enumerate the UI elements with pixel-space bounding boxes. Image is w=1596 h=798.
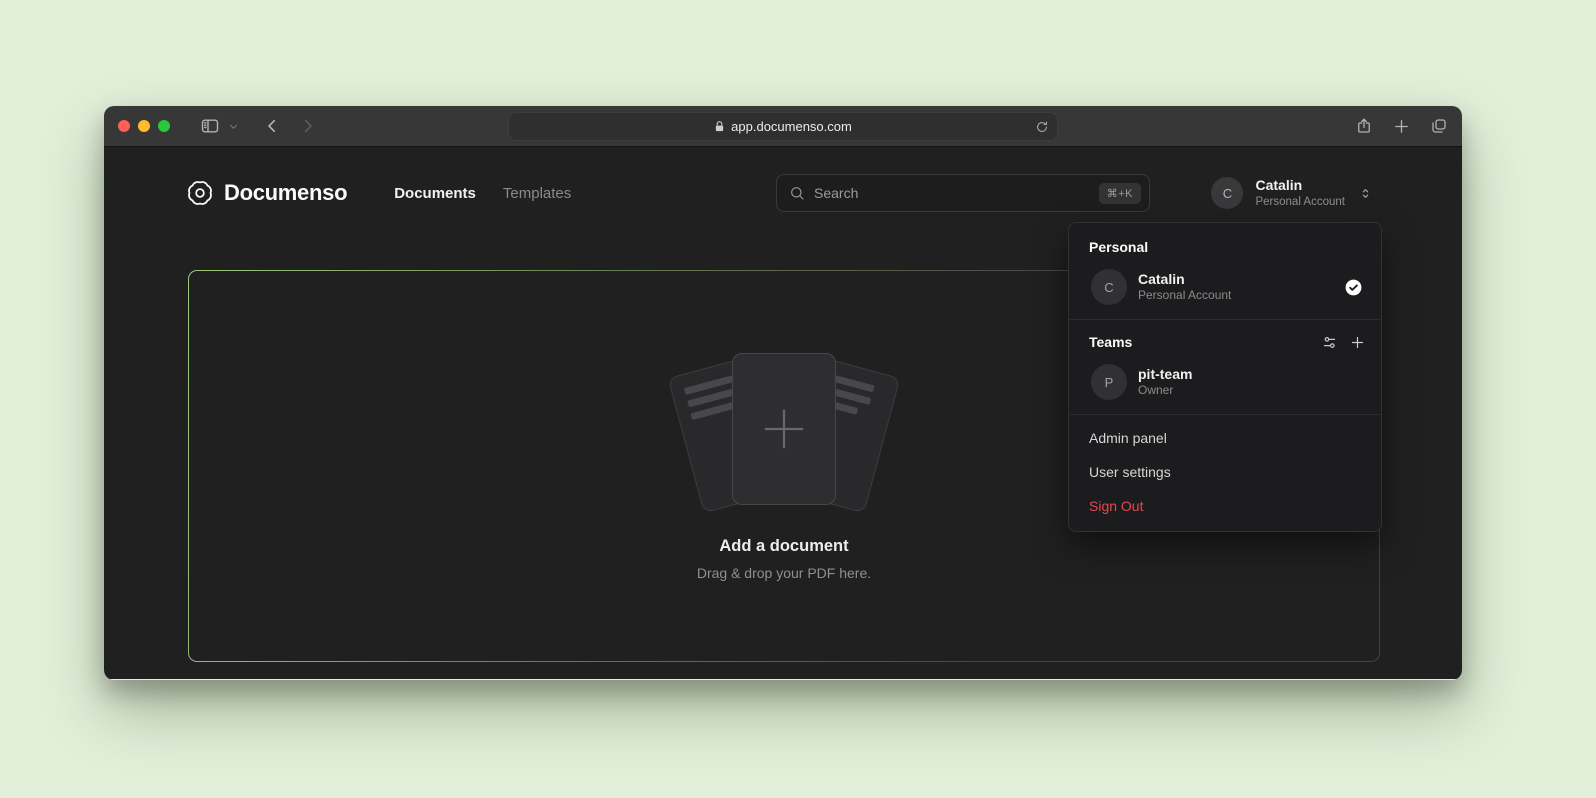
brand-name: Documenso bbox=[224, 180, 347, 206]
search-icon bbox=[789, 185, 805, 201]
address-bar[interactable]: app.documenso.com bbox=[508, 112, 1058, 141]
zoom-button[interactable] bbox=[158, 120, 170, 132]
check-circle-icon bbox=[1344, 278, 1363, 297]
menu-item-user-settings[interactable]: User settings bbox=[1069, 455, 1381, 489]
chevron-down-icon[interactable] bbox=[228, 121, 239, 132]
window-controls bbox=[118, 120, 170, 132]
share-icon[interactable] bbox=[1355, 117, 1373, 135]
back-icon[interactable] bbox=[263, 117, 281, 135]
document-card-center bbox=[732, 353, 836, 505]
forward-icon[interactable] bbox=[299, 117, 317, 135]
minimize-button[interactable] bbox=[138, 120, 150, 132]
brand[interactable]: Documenso bbox=[186, 179, 347, 207]
account-subtitle: Personal Account bbox=[1255, 195, 1345, 209]
search-shortcut-badge: ⌘+K bbox=[1099, 183, 1141, 204]
refresh-icon[interactable] bbox=[1035, 120, 1049, 134]
menu-item-sign-out[interactable]: Sign Out bbox=[1069, 489, 1381, 523]
account-name: Catalin bbox=[1255, 177, 1345, 195]
document-stack-illustration bbox=[674, 351, 894, 513]
lock-icon bbox=[714, 120, 725, 133]
search-box[interactable]: ⌘+K bbox=[776, 174, 1150, 212]
chevron-up-down-icon bbox=[1359, 187, 1372, 200]
desktop: app.documenso.com bbox=[0, 0, 1596, 798]
divider bbox=[1069, 319, 1381, 320]
avatar: C bbox=[1091, 269, 1127, 305]
toolbar-right-actions bbox=[1355, 117, 1448, 135]
divider bbox=[1069, 414, 1381, 415]
nav-templates[interactable]: Templates bbox=[503, 185, 571, 202]
account-menu-trigger[interactable]: C Catalin Personal Account bbox=[1211, 177, 1372, 209]
plus-icon bbox=[761, 406, 807, 452]
personal-account-item[interactable]: C Catalin Personal Account bbox=[1077, 261, 1373, 313]
dropzone-subtitle: Drag & drop your PDF here. bbox=[697, 565, 871, 581]
personal-section-heading: Personal bbox=[1069, 231, 1381, 261]
avatar: C bbox=[1211, 177, 1243, 209]
browser-window: app.documenso.com bbox=[104, 106, 1462, 680]
url-text: app.documenso.com bbox=[731, 119, 852, 134]
nav-documents[interactable]: Documents bbox=[394, 185, 476, 202]
browser-toolbar: app.documenso.com bbox=[104, 106, 1462, 147]
search-input[interactable] bbox=[814, 185, 1099, 201]
tabs-overview-icon[interactable] bbox=[1430, 117, 1448, 135]
account-dropdown-menu: Personal C Catalin Personal Account Team… bbox=[1068, 222, 1382, 532]
close-button[interactable] bbox=[118, 120, 130, 132]
dropzone-title: Add a document bbox=[719, 537, 848, 556]
documenso-logo-icon bbox=[186, 179, 214, 207]
avatar: P bbox=[1091, 364, 1127, 400]
new-tab-icon[interactable] bbox=[1393, 118, 1410, 135]
team-item[interactable]: P pit-team Owner bbox=[1077, 356, 1373, 408]
documenso-app: Documenso Documents Templates ⌘+K C bbox=[104, 147, 1462, 679]
add-team-icon[interactable] bbox=[1350, 335, 1365, 350]
team-settings-icon[interactable] bbox=[1322, 335, 1337, 350]
main-nav: Documents Templates bbox=[394, 185, 571, 202]
menu-item-admin-panel[interactable]: Admin panel bbox=[1069, 421, 1381, 455]
sidebar-icon[interactable] bbox=[200, 116, 220, 136]
teams-section-heading: Teams bbox=[1069, 326, 1381, 356]
